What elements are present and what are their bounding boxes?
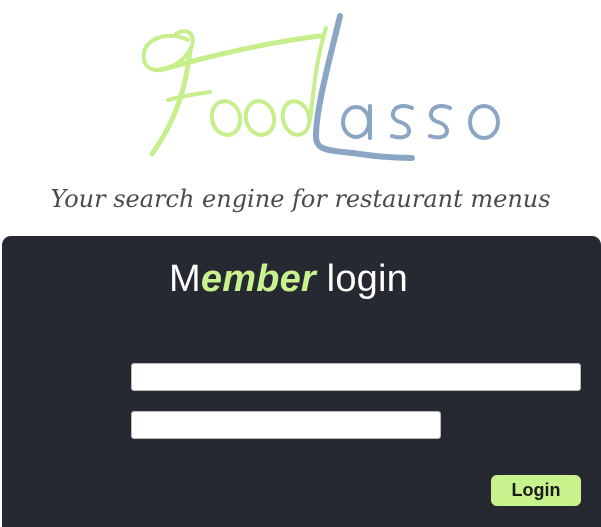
tagline: Your search engine for restaurant menus (50, 185, 551, 213)
logo-label-food: Food (130, 168, 131, 169)
login-button[interactable]: Login (491, 475, 581, 506)
panel-title-accent: ember (200, 258, 316, 300)
foodlasso-logo-graphic: Food (141, 13, 500, 161)
foodlasso-logo: Food Food Lasso (130, 8, 520, 168)
panel-title-prefix: M (169, 258, 201, 300)
panel-title: Member login (169, 258, 408, 301)
login-panel: Member login Login (2, 236, 601, 527)
password-input[interactable] (131, 411, 441, 439)
username-input[interactable] (131, 363, 581, 391)
logo-label-lasso: Lasso (130, 168, 131, 169)
panel-title-suffix: login (315, 258, 408, 300)
